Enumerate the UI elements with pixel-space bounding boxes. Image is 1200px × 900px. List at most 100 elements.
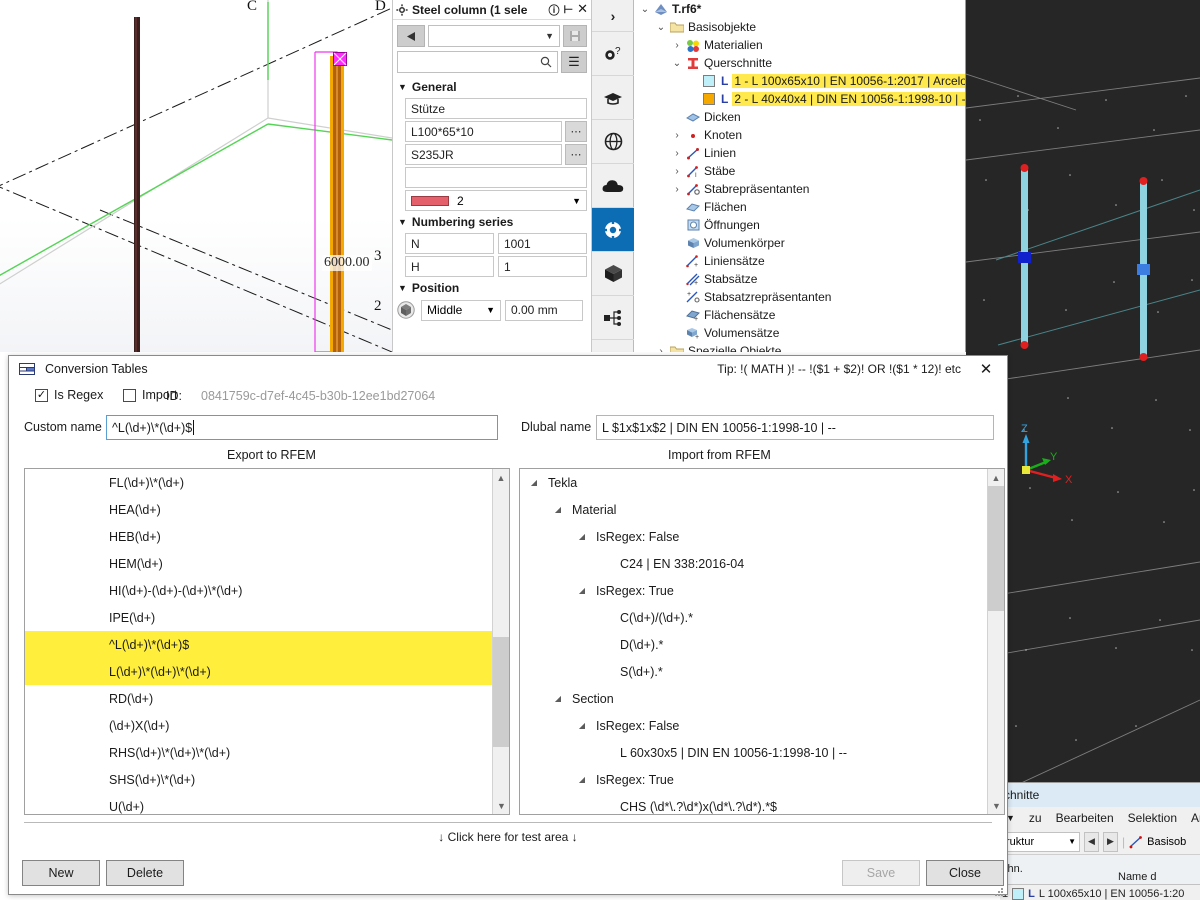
material-field[interactable]: S235JR bbox=[405, 144, 562, 165]
export-list-item[interactable]: HEA(\d+) bbox=[25, 496, 509, 523]
rail-model-button[interactable] bbox=[592, 252, 634, 296]
chevron-right-icon[interactable]: › bbox=[654, 346, 668, 353]
scrollbar-thumb[interactable] bbox=[988, 486, 1004, 611]
prev-button[interactable]: ◀ bbox=[1084, 831, 1099, 852]
export-list-item[interactable]: HEB(\d+) bbox=[25, 523, 509, 550]
dlubal-name-input[interactable]: L $1x$1x$2 | DIN EN 10056-1:1998-10 | -- bbox=[596, 415, 994, 440]
import-tree-item[interactable]: ◢ IsRegex: False bbox=[520, 523, 1004, 550]
tree-node[interactable]: › Materialien bbox=[634, 36, 965, 54]
finish-field[interactable] bbox=[405, 167, 587, 188]
rail-globe-button[interactable] bbox=[592, 120, 634, 164]
class-color-combo[interactable]: 2 ▼ bbox=[405, 190, 587, 211]
tree-node[interactable]: Öffnungen bbox=[634, 216, 965, 234]
tree-node[interactable]: › Stabrepräsentanten bbox=[634, 180, 965, 198]
tree-node[interactable]: › Linien bbox=[634, 144, 965, 162]
tree-node[interactable]: + Liniensätze bbox=[634, 252, 965, 270]
section-header-general[interactable]: ▼ General bbox=[393, 77, 591, 97]
tree-node[interactable]: › Spezielle Objekte bbox=[634, 342, 965, 352]
profile-browse-button[interactable]: ⋯ bbox=[565, 121, 587, 142]
expander-icon[interactable]: ◢ bbox=[574, 775, 590, 784]
tree-node[interactable]: + Stabsatzrepräsentanten bbox=[634, 288, 965, 306]
export-list-item[interactable]: HEM(\d+) bbox=[25, 550, 509, 577]
test-area-row[interactable]: ↓ Click here for test area ↓ bbox=[9, 820, 1007, 854]
expander-icon[interactable]: ◢ bbox=[550, 505, 566, 514]
new-button[interactable]: New bbox=[22, 860, 100, 886]
section-header-position[interactable]: ▼ Position bbox=[393, 278, 591, 298]
numbering-n-label-field[interactable]: N bbox=[405, 233, 494, 254]
save-preset-button[interactable] bbox=[563, 25, 587, 47]
import-tree-item[interactable]: D(\d+).* bbox=[520, 631, 1004, 658]
rail-learning-button[interactable] bbox=[592, 76, 634, 120]
export-scrollbar[interactable]: ▲ ▼ bbox=[492, 469, 509, 814]
close-icon[interactable]: ✕ bbox=[975, 359, 997, 379]
help-icon[interactable]: ⓘ bbox=[549, 2, 560, 18]
export-list-item[interactable]: FL(\d+)\*(\d+) bbox=[25, 469, 509, 496]
chevron-right-icon[interactable]: › bbox=[670, 184, 684, 195]
export-list-item[interactable]: IPE(\d+) bbox=[25, 604, 509, 631]
collapse-icon[interactable]: ⊢ bbox=[564, 3, 574, 16]
cancel-button[interactable]: Close bbox=[926, 860, 1004, 886]
expander-icon[interactable]: ◢ bbox=[574, 586, 590, 595]
chevron-down-icon[interactable]: ⌄ bbox=[670, 58, 684, 69]
tree-node[interactable]: Volumenkörper bbox=[634, 234, 965, 252]
tree-node[interactable]: › Knoten bbox=[634, 126, 965, 144]
back-button[interactable] bbox=[397, 25, 425, 47]
export-list-item[interactable]: ^L(\d+)\*(\d+)$ bbox=[25, 631, 509, 658]
rail-hierarchy-button[interactable] bbox=[592, 296, 634, 340]
structure-combo[interactable]: ruktur ▼ bbox=[1002, 831, 1080, 852]
custom-name-input[interactable]: ^L(\d+)\*(\d+)$ bbox=[106, 415, 498, 440]
tree-node[interactable]: ⌄ Basisobjekte bbox=[634, 18, 965, 36]
export-listbox[interactable]: FL(\d+)\*(\d+) HEA(\d+) HEB(\d+) HEM(\d+) HI… bbox=[24, 468, 510, 815]
rail-settings-button[interactable] bbox=[592, 208, 634, 252]
material-browse-button[interactable]: ⋯ bbox=[565, 144, 587, 165]
import-tree-item[interactable]: ◢ IsRegex: False bbox=[520, 712, 1004, 739]
delete-button[interactable]: Delete bbox=[106, 860, 184, 886]
tree-node[interactable]: Flächen bbox=[634, 198, 965, 216]
import-tree-item[interactable]: C24 | EN 338:2016-04 bbox=[520, 550, 1004, 577]
import-tree-item[interactable]: C(\d+)/(\d+).* bbox=[520, 604, 1004, 631]
export-list-item[interactable]: U(\d+) bbox=[25, 793, 509, 814]
export-list-item[interactable]: HI(\d+)-(\d+)-(\d+)\*(\d+) bbox=[25, 577, 509, 604]
navigator-tree[interactable]: ⌄ T.rf6* ⌄ Basisobjekte › Materialien ⌄ Quersch… bbox=[634, 0, 966, 352]
rail-cloud-button[interactable] bbox=[592, 164, 634, 208]
import-tree-item[interactable]: ◢ Tekla bbox=[520, 469, 1004, 496]
profile-field[interactable]: L100*65*10 bbox=[405, 121, 562, 142]
chevron-right-icon[interactable]: › bbox=[670, 166, 684, 177]
expander-icon[interactable]: ◢ bbox=[574, 532, 590, 541]
search-input[interactable] bbox=[397, 51, 558, 73]
chevron-down-icon[interactable]: ⌄ bbox=[638, 4, 652, 15]
menu-item-0[interactable]: zu bbox=[1029, 811, 1042, 825]
resize-grip-icon[interactable] bbox=[994, 887, 1004, 897]
name-field[interactable]: Stütze bbox=[405, 98, 587, 119]
export-list-item[interactable]: RD(\d+) bbox=[25, 685, 509, 712]
tree-node[interactable]: + Volumensätze bbox=[634, 324, 965, 342]
import-tree-item[interactable]: ◢ Material bbox=[520, 496, 1004, 523]
export-list-item[interactable]: L(\d+)\*(\d+)\*(\d+) bbox=[25, 658, 509, 685]
numbering-h-value-field[interactable]: 1 bbox=[498, 256, 587, 277]
chevron-down-icon[interactable]: ⌄ bbox=[654, 22, 668, 33]
scroll-down-icon[interactable]: ▼ bbox=[988, 797, 1004, 814]
section-header-numbering[interactable]: ▼ Numbering series bbox=[393, 212, 591, 232]
tree-node[interactable]: Dicken bbox=[634, 108, 965, 126]
tree-node[interactable]: + Flächensätze bbox=[634, 306, 965, 324]
import-tree-item[interactable]: ◢ IsRegex: True bbox=[520, 766, 1004, 793]
preset-combo[interactable]: ▼ bbox=[428, 25, 560, 47]
rail-settings-help-button[interactable]: ? bbox=[592, 32, 634, 76]
import-tree-item[interactable]: ◢ Section bbox=[520, 685, 1004, 712]
scroll-up-icon[interactable]: ▲ bbox=[493, 469, 509, 486]
position-offset-field[interactable]: 0.00 mm bbox=[505, 299, 583, 321]
export-list-item[interactable]: RHS(\d+)\*(\d+)\*(\d+) bbox=[25, 739, 509, 766]
tekla-3d-viewport[interactable]: C D 3 2 6000.00 bbox=[0, 0, 392, 352]
tree-node[interactable]: ⌄ Querschnitte bbox=[634, 54, 965, 72]
numbering-h-label-field[interactable]: H bbox=[405, 256, 494, 277]
panel-menu-button[interactable]: ☰ bbox=[561, 51, 587, 73]
expander-icon[interactable]: ◢ bbox=[574, 721, 590, 730]
chevron-right-icon[interactable]: › bbox=[670, 148, 684, 159]
tree-node[interactable]: ⌄ T.rf6* bbox=[634, 0, 965, 18]
export-list-item[interactable]: SHS(\d+)\*(\d+) bbox=[25, 766, 509, 793]
tree-node[interactable]: L1 - L 100x65x10 | EN 10056-1:2017 | Arc… bbox=[634, 72, 965, 90]
tree-node[interactable]: + Stabsätze bbox=[634, 270, 965, 288]
menu-item-1[interactable]: Bearbeiten bbox=[1056, 811, 1114, 825]
import-scrollbar[interactable]: ▲ ▼ bbox=[987, 469, 1004, 814]
position-align-combo[interactable]: Middle ▼ bbox=[421, 299, 501, 321]
